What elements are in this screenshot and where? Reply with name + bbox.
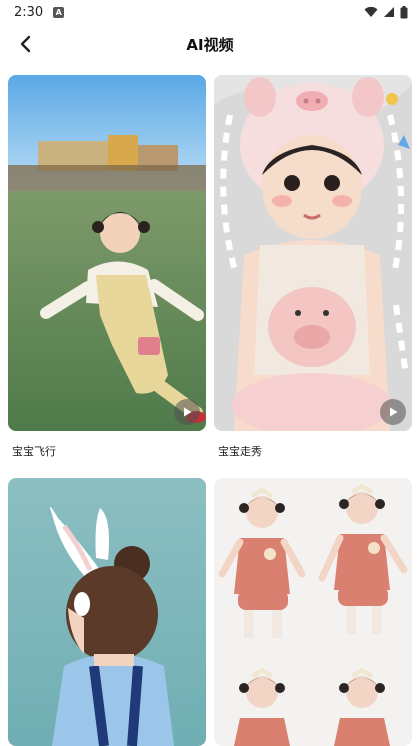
video-card[interactable]: 宝宝飞行 (8, 75, 206, 465)
wifi-icon (364, 6, 378, 17)
video-caption: 宝宝走秀 (218, 445, 262, 458)
status-time: 2:30 (14, 4, 44, 20)
video-card[interactable] (8, 478, 206, 746)
thumbnail-image (214, 478, 412, 746)
signal-icon (384, 7, 394, 17)
thumbnail-image (214, 75, 412, 431)
video-caption: 宝宝飞行 (12, 445, 56, 458)
play-icon (390, 407, 398, 417)
notification-icon: A (53, 6, 65, 18)
back-arrow-icon (20, 35, 31, 53)
page-title: AI视频 (186, 35, 234, 54)
play-icon (184, 407, 192, 417)
video-thumbnail[interactable] (8, 478, 206, 746)
battery-icon (400, 5, 408, 18)
video-card[interactable] (214, 478, 412, 746)
play-button[interactable] (380, 399, 406, 425)
play-button[interactable] (174, 399, 200, 425)
app-header: AI视频 (0, 24, 420, 64)
video-card[interactable]: 宝宝走秀 (214, 75, 412, 465)
video-thumbnail[interactable] (8, 75, 206, 431)
thumbnail-image (8, 75, 206, 431)
status-bar: 2:30 A (0, 0, 420, 24)
back-button[interactable] (12, 30, 40, 58)
video-thumbnail[interactable] (214, 478, 412, 746)
video-thumbnail[interactable] (214, 75, 412, 431)
thumbnail-image (8, 478, 206, 746)
